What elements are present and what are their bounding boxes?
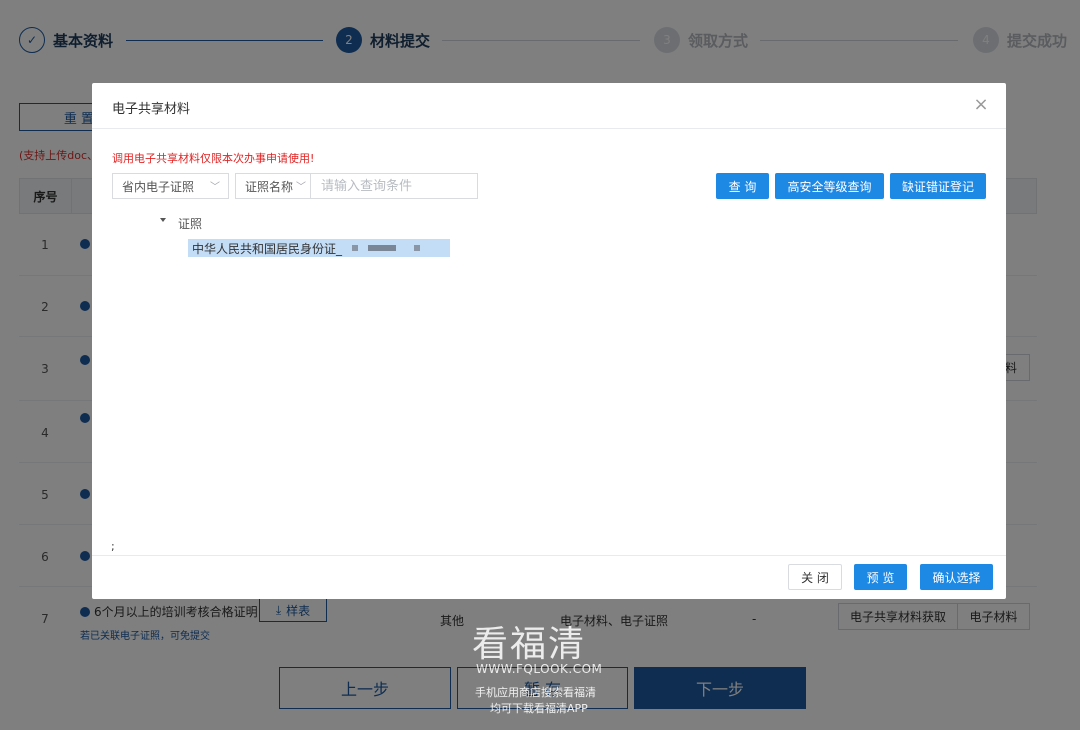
shared-material-dialog: 电子共享材料 × 调用电子共享材料仅限本次办事申请使用! 省内电子证照 ﹀ 证照… [92, 83, 1006, 599]
close-icon[interactable]: × [972, 96, 990, 114]
chevron-down-icon: ﹀ [296, 182, 306, 193]
preview-button[interactable]: 预 览 [854, 564, 907, 590]
field-select[interactable]: 证照名称 ﹀ [235, 173, 311, 199]
high-security-query-button[interactable]: 高安全等级查询 [775, 173, 884, 199]
tree-leaf-label: 中华人民共和国居民身份证_ [192, 241, 343, 256]
source-select[interactable]: 省内电子证照 ﹀ [112, 173, 229, 199]
search-input[interactable] [311, 173, 478, 199]
redacted-mark [368, 245, 397, 251]
redacted-mark [352, 245, 359, 251]
selection-summary: ; [111, 540, 115, 553]
usage-warning: 调用电子共享材料仅限本次办事申请使用! [112, 152, 315, 165]
missing-cert-register-button[interactable]: 缺证错证登记 [890, 173, 986, 199]
watermark-logo: 看福清 [472, 624, 587, 665]
chevron-down-icon: ﹀ [210, 182, 220, 193]
confirm-selection-button[interactable]: 确认选择 [920, 564, 993, 590]
tree-root-node[interactable]: 证照 [178, 215, 202, 232]
watermark-text: 均可下载看福清APP [490, 702, 588, 715]
source-select-value: 省内电子证照 [122, 179, 195, 194]
field-select-value: 证照名称 [245, 179, 294, 194]
watermark-url: WWW.FQLOOK.COM [476, 662, 603, 676]
query-button[interactable]: 查 询 [716, 173, 769, 199]
watermark-text: 手机应用商店搜索看福清 [475, 686, 596, 699]
redacted-mark [414, 245, 421, 251]
close-button[interactable]: 关 闭 [788, 564, 842, 590]
dialog-header: 电子共享材料 × [92, 83, 1006, 129]
tree-leaf-id-card[interactable]: 中华人民共和国居民身份证_ [188, 239, 450, 257]
dialog-title: 电子共享材料 [112, 102, 191, 117]
caret-down-icon[interactable] [160, 218, 166, 222]
